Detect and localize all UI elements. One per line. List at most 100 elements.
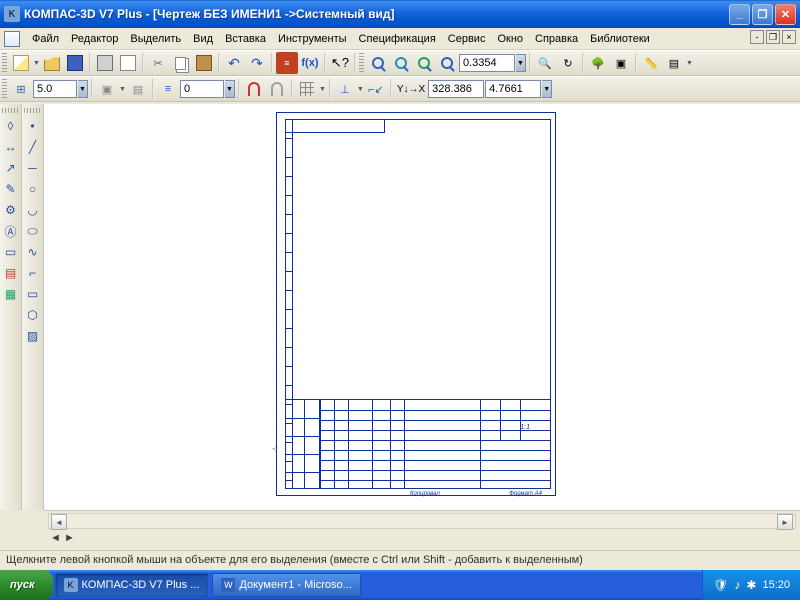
params-panel-button[interactable]: ⚙ bbox=[1, 200, 21, 220]
style-input[interactable] bbox=[180, 80, 224, 98]
zoom-prev-button[interactable] bbox=[413, 52, 435, 74]
properties-button[interactable]: ≡ bbox=[276, 52, 298, 74]
ellipse-tool-button[interactable]: ⬭ bbox=[23, 221, 43, 241]
taskbar-item-word[interactable]: W Документ1 - Microso... bbox=[212, 573, 360, 597]
drawing-canvas[interactable]: ⊹ bbox=[44, 104, 800, 510]
zoom-in-button[interactable] bbox=[390, 52, 412, 74]
coord-y-input[interactable] bbox=[485, 80, 541, 98]
round-button[interactable]: ⌐↙ bbox=[365, 78, 387, 100]
arc-tool-button[interactable]: ◡ bbox=[23, 200, 43, 220]
pointer-button[interactable]: ↖? bbox=[329, 52, 351, 74]
copier-label: Копировал bbox=[410, 491, 440, 497]
tray-generic-icon[interactable]: ✱ bbox=[746, 578, 756, 592]
menu-insert[interactable]: Вставка bbox=[219, 31, 272, 47]
style-dropdown[interactable]: ▼ bbox=[225, 80, 235, 98]
taskbar-item-kompas[interactable]: K КОМПАС-3D V7 Plus ... bbox=[55, 573, 209, 597]
redraw-button[interactable]: ↻ bbox=[557, 52, 579, 74]
zoom-input[interactable] bbox=[459, 54, 515, 72]
toolbar-grip[interactable] bbox=[2, 79, 7, 99]
segment-tool-button[interactable]: ─ bbox=[23, 158, 43, 178]
app-icon: K bbox=[4, 6, 20, 22]
minimize-button[interactable]: _ bbox=[729, 4, 750, 25]
tray-clock[interactable]: 15:20 bbox=[762, 579, 790, 591]
rectangle-tool-button[interactable]: ▭ bbox=[23, 284, 43, 304]
doc-manager-button[interactable]: ▤ bbox=[663, 52, 685, 74]
menu-view[interactable]: Вид bbox=[187, 31, 219, 47]
menu-window[interactable]: Окно bbox=[491, 31, 529, 47]
toolbar-grip[interactable] bbox=[2, 53, 7, 73]
dimensions-panel-button[interactable]: ↔ bbox=[1, 137, 21, 157]
layers-button[interactable]: ▣ bbox=[610, 52, 632, 74]
print-button[interactable] bbox=[94, 52, 116, 74]
geometry-panel-button[interactable]: ◊ bbox=[1, 116, 21, 136]
step-input[interactable] bbox=[33, 80, 77, 98]
redo-button[interactable]: ↷ bbox=[246, 52, 268, 74]
tree-button[interactable]: 🌳 bbox=[587, 52, 609, 74]
maximize-button[interactable]: ❐ bbox=[752, 4, 773, 25]
menu-edit[interactable]: Редактор bbox=[65, 31, 124, 47]
coord-dropdown[interactable]: ▼ bbox=[542, 80, 552, 98]
zoom-fit-button[interactable] bbox=[436, 52, 458, 74]
menu-libraries[interactable]: Библиотеки bbox=[584, 31, 656, 47]
save-button[interactable] bbox=[64, 52, 86, 74]
horizontal-scrollbar[interactable] bbox=[48, 513, 796, 529]
pan-button[interactable]: 🔍 bbox=[534, 52, 556, 74]
zoom-dropdown[interactable]: ▼ bbox=[516, 54, 526, 72]
window-title: КОМПАС-3D V7 Plus - [Чертеж БЕЗ ИМЕНИ1 -… bbox=[24, 7, 729, 21]
zoom-window-button[interactable] bbox=[367, 52, 389, 74]
copy-button[interactable] bbox=[170, 52, 192, 74]
measure-button[interactable]: 📏 bbox=[640, 52, 662, 74]
menu-tools[interactable]: Инструменты bbox=[272, 31, 353, 47]
point-tool-button[interactable]: • bbox=[23, 116, 43, 136]
paste-button[interactable] bbox=[193, 52, 215, 74]
start-button[interactable]: пуск bbox=[0, 570, 53, 600]
linestyle-button[interactable]: ≡ bbox=[157, 78, 179, 100]
cut-button[interactable]: ✂ bbox=[147, 52, 169, 74]
preview-button[interactable] bbox=[117, 52, 139, 74]
ortho-button[interactable]: ⊥ bbox=[334, 78, 356, 100]
toolbar-grip[interactable] bbox=[359, 53, 364, 73]
compact-panel-toolbar: ◊ ↔ ↗ ✎ ⚙ Ⓐ ▭ ▤ ▦ bbox=[0, 104, 22, 510]
close-button[interactable]: ✕ bbox=[775, 4, 796, 25]
aux-line-tool-button[interactable]: ╱ bbox=[23, 137, 43, 157]
mdi-restore-button[interactable]: ❐ bbox=[766, 30, 780, 44]
menu-service[interactable]: Сервис bbox=[442, 31, 492, 47]
menu-spec[interactable]: Спецификация bbox=[353, 31, 442, 47]
menu-help[interactable]: Справка bbox=[529, 31, 584, 47]
tray-volume-icon[interactable]: ♪ bbox=[734, 578, 740, 592]
mdi-close-button[interactable]: × bbox=[782, 30, 796, 44]
snap-off-button[interactable] bbox=[266, 78, 288, 100]
drawing-sheet: 1:1 Копировал Формат А4 bbox=[276, 112, 556, 496]
fillet-tool-button[interactable]: ⌐ bbox=[23, 263, 43, 283]
annotations-panel-button[interactable]: ↗ bbox=[1, 158, 21, 178]
edit-panel-button[interactable]: ✎ bbox=[1, 179, 21, 199]
system-tray[interactable]: 🛡 ♪ ✱ 15:20 bbox=[702, 570, 800, 600]
undo-button[interactable]: ↶ bbox=[223, 52, 245, 74]
step-button[interactable]: ⊞ bbox=[10, 78, 32, 100]
spline-tool-button[interactable]: ∿ bbox=[23, 242, 43, 262]
spec-panel-button[interactable]: ▤ bbox=[1, 263, 21, 283]
step-dropdown[interactable]: ▼ bbox=[78, 80, 88, 98]
new-button[interactable] bbox=[10, 52, 32, 74]
state-button[interactable]: ▣ bbox=[96, 78, 118, 100]
toolbar-grip[interactable] bbox=[2, 108, 20, 113]
tray-shield-icon[interactable]: 🛡 bbox=[713, 578, 728, 592]
variables-button[interactable]: f(x) bbox=[299, 52, 321, 74]
menu-select[interactable]: Выделить bbox=[124, 31, 187, 47]
polygon-tool-button[interactable]: ⬡ bbox=[23, 305, 43, 325]
hatch-tool-button[interactable]: ▨ bbox=[23, 326, 43, 346]
toolbar-grip[interactable] bbox=[24, 108, 42, 113]
select-panel-button[interactable]: ▭ bbox=[1, 242, 21, 262]
circle-tool-button[interactable]: ○ bbox=[23, 179, 43, 199]
coord-x-input[interactable] bbox=[428, 80, 484, 98]
window-titlebar: K КОМПАС-3D V7 Plus - [Чертеж БЕЗ ИМЕНИ1… bbox=[0, 0, 800, 28]
menu-file[interactable]: Файл bbox=[26, 31, 65, 47]
assoc-panel-button[interactable]: ▦ bbox=[1, 284, 21, 304]
measure-panel-button[interactable]: Ⓐ bbox=[1, 221, 21, 241]
sheet-pager[interactable]: ◄ ► bbox=[44, 531, 800, 545]
grid-button[interactable] bbox=[296, 78, 318, 100]
mdi-minimize-button[interactable]: - bbox=[750, 30, 764, 44]
open-button[interactable] bbox=[41, 52, 63, 74]
snap-on-button[interactable] bbox=[243, 78, 265, 100]
layer-button[interactable]: ▤ bbox=[127, 78, 149, 100]
